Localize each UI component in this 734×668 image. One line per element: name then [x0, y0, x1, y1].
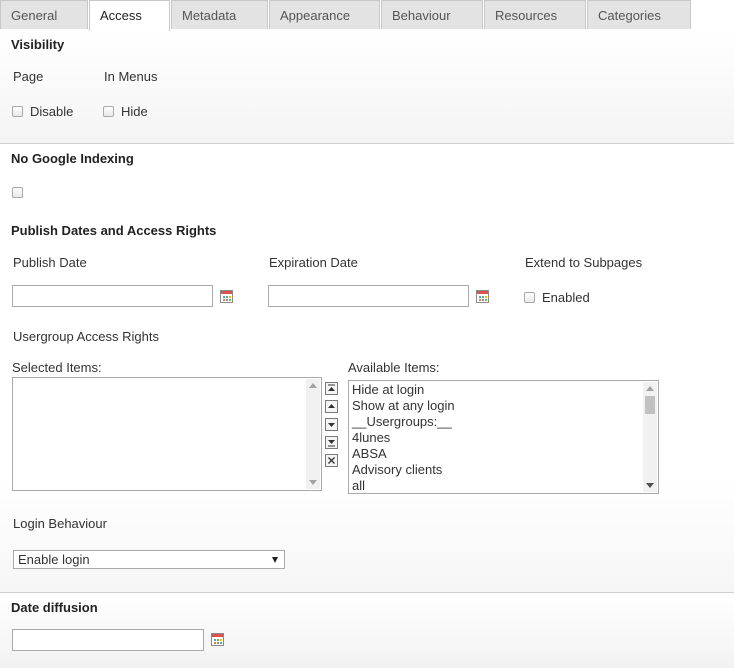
tab-behaviour[interactable]: Behaviour [381, 0, 483, 29]
tab-access[interactable]: Access [89, 0, 170, 31]
scroll-down-arrow-icon[interactable] [646, 483, 654, 488]
move-to-bottom-button[interactable] [325, 436, 338, 449]
selected-items-scrollbar[interactable] [306, 379, 320, 489]
move-to-bottom-icon [328, 440, 335, 447]
hide-checkbox[interactable] [103, 106, 114, 117]
available-items-scrollbar[interactable] [643, 382, 657, 492]
expiration-date-calendar-icon[interactable] [476, 290, 489, 303]
tab-categories[interactable]: Categories [587, 0, 691, 29]
available-item[interactable]: 4lunes [349, 430, 658, 446]
available-items-label: Available Items: [348, 360, 440, 375]
visibility-heading: Visibility [11, 37, 65, 52]
date-diffusion-input[interactable] [12, 629, 204, 651]
date-diffusion-section: Date diffusion [0, 593, 734, 668]
expiration-date-label: Expiration Date [269, 255, 358, 270]
publish-date-input[interactable] [12, 285, 213, 307]
hide-label: Hide [121, 104, 148, 119]
login-behaviour-label: Login Behaviour [13, 516, 107, 531]
tab-bar: General Access Metadata Appearance Behav… [0, 0, 734, 31]
usergroup-access-rights-label: Usergroup Access Rights [13, 329, 159, 344]
available-item[interactable]: Advisory clients [349, 462, 658, 478]
available-item[interactable]: ABSA [349, 446, 658, 462]
expiration-date-input[interactable] [268, 285, 469, 307]
available-item[interactable]: Hide at login [349, 382, 658, 398]
no-google-indexing-checkbox[interactable] [12, 187, 23, 198]
tab-categories-label: Categories [598, 8, 661, 23]
chevron-down-icon [272, 557, 278, 563]
available-item[interactable]: all [349, 478, 658, 493]
tab-general-label: General [11, 8, 58, 23]
page-label: Page [13, 69, 44, 84]
tab-behaviour-label: Behaviour [392, 8, 451, 23]
selected-items-list[interactable] [12, 377, 322, 491]
tab-metadata[interactable]: Metadata [171, 0, 268, 29]
scroll-up-arrow-icon[interactable] [309, 383, 317, 388]
move-up-icon [328, 404, 335, 408]
no-google-indexing-heading: No Google Indexing [11, 151, 134, 166]
tab-metadata-label: Metadata [182, 8, 237, 23]
available-item[interactable]: __Usergroups:__ [349, 414, 658, 430]
disable-checkbox[interactable] [12, 106, 23, 117]
visibility-section: Visibility Page In Menus Disable Hide [0, 30, 734, 144]
publish-heading: Publish Dates and Access Rights [11, 223, 217, 238]
tab-general[interactable]: General [0, 0, 88, 29]
login-behaviour-value: Enable login [18, 552, 90, 567]
move-to-top-button[interactable] [325, 382, 338, 395]
move-down-icon [328, 423, 335, 427]
selected-items-label: Selected Items: [12, 360, 102, 375]
date-diffusion-calendar-icon[interactable] [211, 633, 224, 646]
remove-selected-button[interactable] [325, 454, 338, 467]
available-item[interactable]: Show at any login [349, 398, 658, 414]
tab-resources[interactable]: Resources [484, 0, 586, 29]
publish-date-label: Publish Date [13, 255, 87, 270]
scroll-thumb[interactable] [645, 396, 655, 414]
publish-date-calendar-icon[interactable] [220, 290, 233, 303]
tab-resources-label: Resources [495, 8, 558, 23]
date-diffusion-heading: Date diffusion [11, 600, 98, 615]
tab-appearance[interactable]: Appearance [269, 0, 380, 29]
login-behaviour-select[interactable]: Enable login [13, 550, 285, 569]
scroll-down-arrow-icon[interactable] [309, 480, 317, 485]
disable-label: Disable [30, 104, 74, 119]
extend-enabled-label: Enabled [542, 290, 590, 305]
tab-appearance-label: Appearance [280, 8, 351, 23]
extend-to-subpages-label: Extend to Subpages [525, 255, 643, 270]
extend-enabled-checkbox[interactable] [524, 292, 535, 303]
available-items-list[interactable]: Hide at login Show at any login __Usergr… [348, 380, 659, 494]
move-down-button[interactable] [325, 418, 338, 431]
move-to-top-icon [328, 384, 335, 391]
tab-access-label: Access [100, 8, 142, 23]
publish-section: No Google Indexing Publish Dates and Acc… [0, 144, 734, 593]
in-menus-label: In Menus [104, 69, 158, 84]
scroll-up-arrow-icon[interactable] [646, 386, 654, 391]
remove-icon [328, 457, 335, 464]
move-up-button[interactable] [325, 400, 338, 413]
